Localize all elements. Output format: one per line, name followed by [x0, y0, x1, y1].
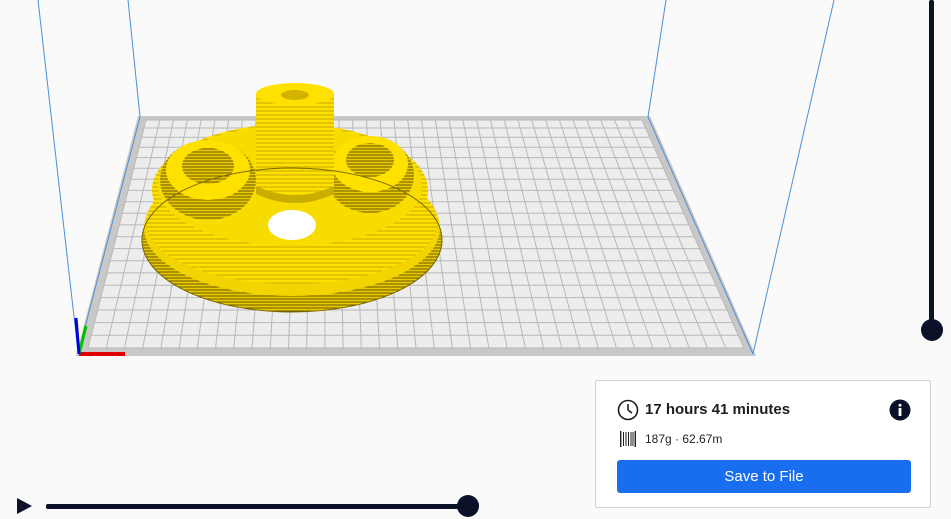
simulation-slider-handle[interactable] — [457, 495, 479, 517]
info-icon[interactable] — [889, 399, 911, 421]
print-time: 17 hours 41 minutes — [645, 401, 791, 418]
play-icon[interactable] — [14, 496, 34, 516]
filament-spool-icon — [620, 431, 636, 447]
simulation-slider-track[interactable] — [46, 504, 468, 509]
clock-icon — [617, 399, 639, 421]
3d-viewport[interactable]: 17 hours 41 minutes 187g · 62.67m Save t… — [0, 0, 951, 519]
save-to-file-button[interactable]: Save to File — [617, 460, 911, 493]
layer-slider-track[interactable] — [929, 0, 934, 332]
material-usage: 187g · 62.67m — [645, 432, 723, 446]
print-information-panel: 17 hours 41 minutes 187g · 62.67m Save t… — [595, 380, 931, 508]
layer-slider-handle[interactable] — [921, 319, 943, 341]
